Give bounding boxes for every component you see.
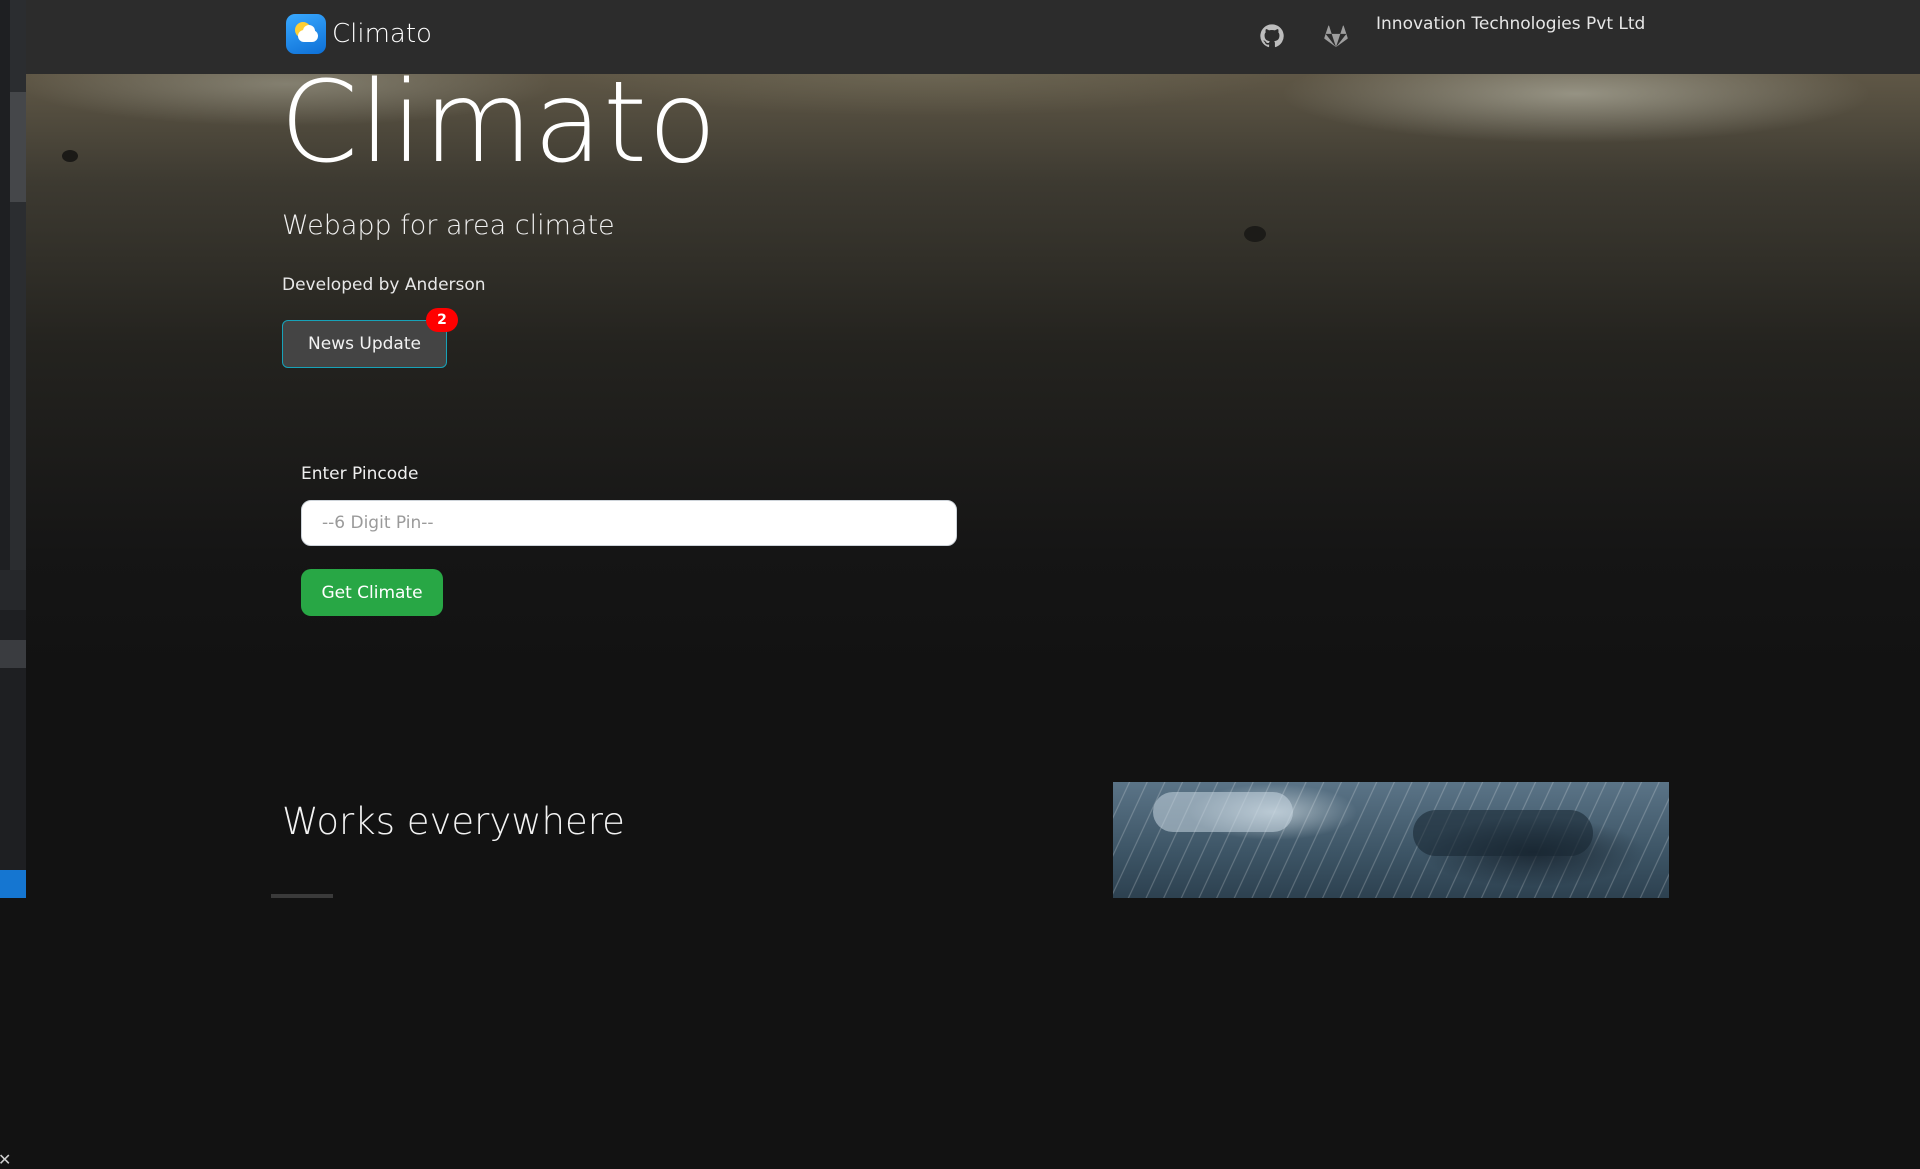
brand-link[interactable]: Climato — [286, 14, 432, 54]
hero-title: Climato — [280, 58, 718, 188]
developer-credit: Developed by Anderson — [282, 275, 486, 295]
side-panel-scroll-thumb[interactable] — [10, 92, 26, 202]
background-detail — [1244, 226, 1266, 242]
section-title: Works everywhere — [282, 800, 625, 843]
notification-badge: 2 — [426, 308, 458, 332]
company-link[interactable]: Innovation Technologies Pvt Ltd — [1376, 14, 1645, 34]
background-detail — [62, 150, 78, 162]
editor-side-panel: ✕ — [0, 0, 26, 1169]
github-icon[interactable] — [1258, 22, 1286, 50]
news-update-button[interactable]: News Update — [282, 320, 447, 368]
pincode-input[interactable] — [301, 500, 957, 546]
pincode-label: Enter Pincode — [301, 464, 419, 484]
scroll-indicator — [271, 894, 333, 898]
gitlab-icon[interactable] — [1322, 22, 1350, 50]
weather-logo-icon — [286, 14, 326, 54]
side-panel-status[interactable] — [0, 870, 26, 898]
side-panel-track — [10, 0, 26, 570]
side-panel-tab[interactable]: ✕ — [0, 570, 26, 1169]
get-climate-button[interactable]: Get Climate — [301, 569, 443, 616]
close-icon[interactable]: ✕ — [0, 1150, 11, 1169]
webpage: Climato Innovation Technologies Pvt Ltd … — [26, 0, 1920, 898]
rain-clouds-image — [1113, 782, 1669, 898]
side-panel-item[interactable] — [0, 640, 26, 668]
hero-subtitle: Webapp for area climate — [282, 210, 615, 241]
brand-name: Climato — [332, 19, 432, 49]
